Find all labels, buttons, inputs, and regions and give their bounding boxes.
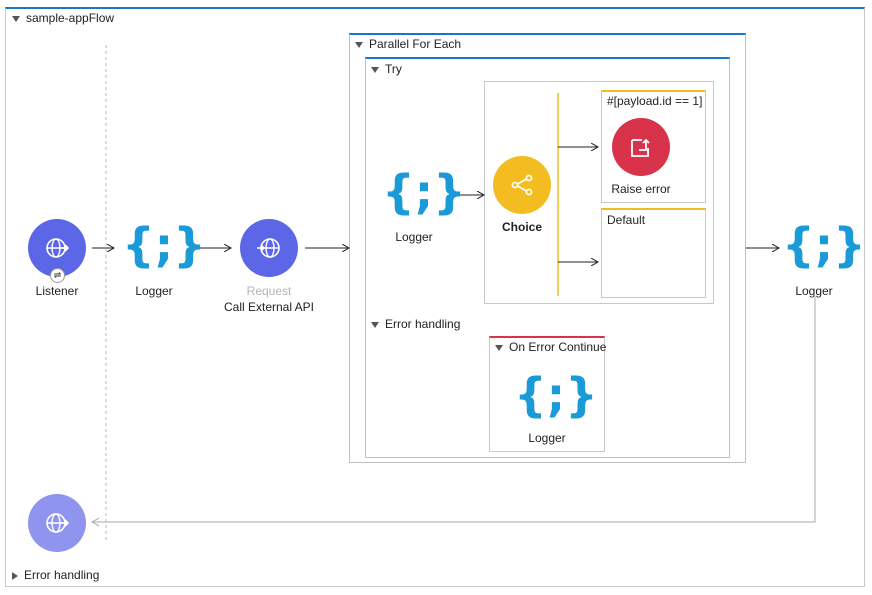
logger-icon[interactable]: {;} [122,214,206,276]
logger-icon[interactable]: {;} [514,364,598,426]
listener-label: Listener [35,284,79,298]
raise-error-node[interactable] [612,118,670,176]
logger-icon[interactable]: {;} [782,214,866,276]
globe-icon [257,238,280,258]
raise-error-label: Raise error [611,182,671,196]
expand-icon[interactable] [12,571,18,580]
try-logger-label: Logger [395,230,433,244]
logger-icon[interactable]: {;} [382,161,466,223]
source-badge-icon: ⇌ [50,268,65,283]
choice-node[interactable] [493,156,551,214]
flow-error-handling-header[interactable]: Error handling [12,568,99,582]
globe-icon [46,513,70,533]
globe-icon [46,238,70,258]
on-error-logger-label: Logger [528,431,566,445]
request-type-label: Request [246,284,292,298]
raise-error-icon [631,138,650,157]
listener-response-node[interactable] [28,494,86,552]
final-logger-label: Logger [795,284,833,298]
connectors [0,45,816,543]
return-line [92,296,816,522]
request-node[interactable] [240,219,298,277]
request-label: Call External API [223,300,315,314]
logger-label: Logger [135,284,173,298]
branch-icon [511,174,533,196]
flow-error-handling-label: Error handling [24,568,100,582]
choice-label: Choice [501,220,543,234]
